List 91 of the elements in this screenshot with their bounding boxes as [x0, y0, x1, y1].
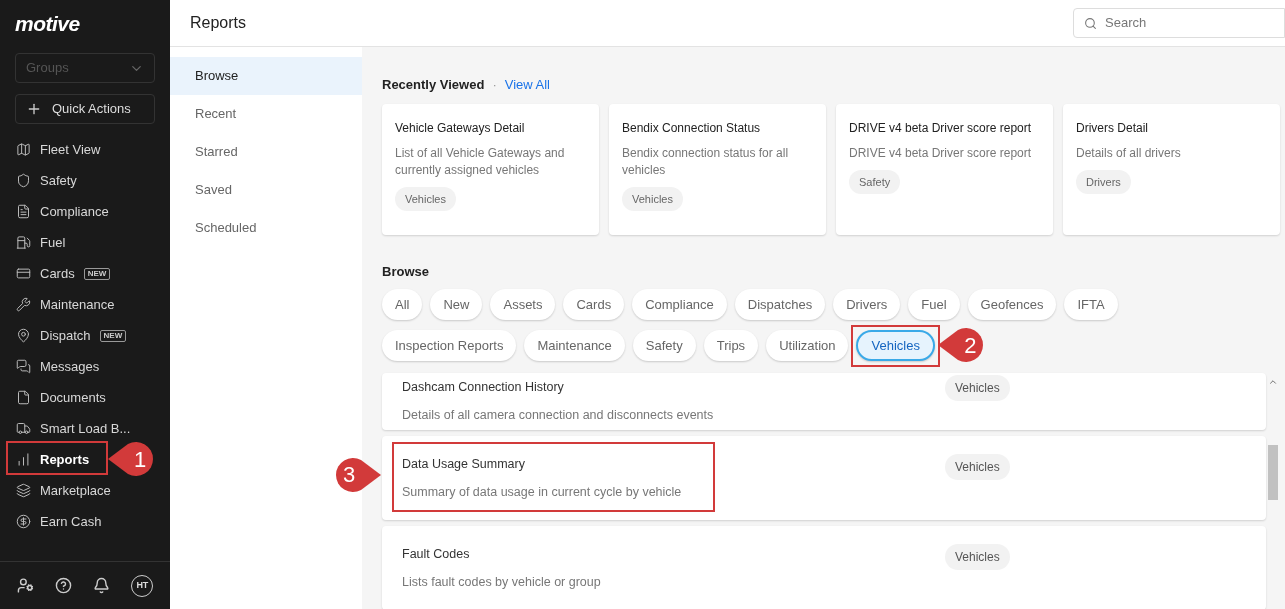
dollar-icon [16, 514, 31, 529]
sidebar-item[interactable]: Safety [0, 165, 93, 196]
user-settings-icon [16, 577, 34, 594]
sidebar-item[interactable]: Smart Load B... [0, 413, 147, 444]
report-description: Details of all camera connection and disconnects events [402, 407, 715, 424]
filter-chip[interactable]: Safety [632, 330, 696, 361]
new-badge: NEW [83, 267, 111, 280]
report-title: Dashcam Connection History [402, 379, 565, 397]
view-all-link[interactable]: View All [504, 75, 550, 95]
report-row[interactable]: Dashcam Connection History Details of all camera connection and disconnects events Vehicles [382, 373, 1266, 430]
filter-chip[interactable]: Compliance [632, 289, 727, 320]
layers-icon [16, 483, 31, 498]
quick-actions-button[interactable]: Quick Actions [15, 94, 155, 124]
card-title: Bendix Connection Status [622, 119, 762, 137]
truck-icon [16, 421, 31, 436]
sidebar-item[interactable]: Maintenance [0, 289, 131, 320]
category-tag: Vehicles [945, 454, 1010, 480]
nav-tab[interactable]: Recent [170, 95, 362, 133]
filter-chip[interactable]: Assets [490, 289, 556, 320]
card-icon [16, 266, 31, 281]
report-card[interactable]: Bendix Connection Status Bendix connection status for all vehicles Vehicles [609, 103, 826, 235]
nav-tab[interactable]: Saved [170, 171, 362, 209]
nav-tab[interactable]: Browse [170, 57, 362, 95]
filter-chip[interactable]: Dispatches [734, 289, 826, 320]
card-description: List of all Vehicle Gateways and currently assigned vehicles [395, 144, 566, 179]
logo[interactable]: motive [15, 8, 155, 36]
sidebar-item[interactable]: Documents [0, 382, 122, 413]
separator-dot: · [492, 76, 497, 94]
plus-icon [26, 101, 42, 117]
messages-icon [16, 359, 31, 374]
sidebar-item[interactable]: Marketplace [0, 475, 127, 506]
card-title: Vehicle Gateways Detail [395, 119, 526, 137]
category-tag: Vehicles [395, 186, 456, 211]
category-tag: Safety [849, 169, 901, 194]
sidebar-item[interactable]: Messages [0, 351, 116, 382]
card-title: Drivers Detail [1076, 119, 1149, 137]
sidebar-item[interactable]: Cards NEW [0, 258, 127, 289]
category-tag: Drivers [1076, 169, 1131, 194]
filter-chip[interactable]: All [382, 289, 423, 320]
filter-chip[interactable]: Inspection Reports [382, 330, 517, 361]
filter-chip[interactable]: Trips [703, 330, 759, 361]
report-card[interactable]: Drivers Detail Details of all drivers Drivers [1063, 103, 1280, 235]
filter-chip[interactable]: Maintenance [524, 330, 625, 361]
page-title: Reports [190, 13, 247, 33]
fuel-pump-icon [16, 235, 31, 250]
report-description: Lists fault codes by vehicle or group [402, 573, 602, 591]
help-icon [54, 577, 72, 594]
notification-bell-icon [93, 577, 111, 594]
report-card[interactable]: Vehicle Gateways Detail List of all Vehicle Gateways and currently assigned vehicles Vehicles [382, 103, 599, 235]
sidebar-item[interactable]: Fleet View [0, 134, 117, 165]
nav-tab[interactable]: Scheduled [170, 209, 362, 247]
report-title: Fault Codes [402, 545, 471, 563]
sidebar-item[interactable]: Dispatch NEW [0, 320, 143, 351]
filter-chip[interactable]: Fuel [908, 289, 960, 320]
report-card[interactable]: DRIVE v4 beta Driver score report DRIVE v4 beta Driver score report Safety [836, 103, 1053, 235]
sidebar-item[interactable]: Compliance [0, 196, 125, 227]
scroll-up-icon [1268, 377, 1278, 387]
scrollbar-thumb[interactable] [1268, 445, 1278, 500]
wrench-icon [16, 297, 31, 312]
document-icon [16, 204, 31, 219]
search-field[interactable]: Search [1073, 8, 1285, 38]
filter-chip[interactable]: New [430, 289, 483, 320]
report-row[interactable]: Fault Codes Lists fault codes by vehicle or group Vehicles [382, 526, 1266, 609]
filter-chip[interactable]: Utilization [766, 330, 849, 361]
file-icon [16, 390, 31, 405]
card-description: Bendix connection status for all vehicles [622, 144, 790, 179]
category-tag: Vehicles [945, 544, 1010, 570]
filter-chip[interactable]: IFTA [1064, 289, 1118, 320]
filter-chip[interactable]: Cards [563, 289, 625, 320]
category-tag: Vehicles [945, 375, 1010, 401]
filter-chip[interactable]: Geofences [967, 289, 1057, 320]
section-title: Recently Viewed [382, 76, 485, 94]
search-icon [1084, 16, 1097, 30]
sidebar-item[interactable]: Earn Cash [0, 506, 118, 537]
category-tag: Vehicles [622, 186, 683, 211]
sidebar-item[interactable]: Reports [0, 444, 106, 475]
card-description: Details of all drivers [1076, 144, 1182, 162]
nav-tab[interactable]: Starred [170, 133, 362, 171]
shield-icon [16, 173, 31, 188]
new-badge: NEW [99, 329, 127, 342]
filter-chip[interactable]: Drivers [833, 289, 901, 320]
card-title: DRIVE v4 beta Driver score report [849, 119, 1033, 137]
report-description: Summary of data usage in current cycle by vehicle [402, 483, 683, 501]
filter-chip[interactable]: Vehicles [856, 330, 935, 361]
section-title: Browse [382, 262, 430, 281]
card-description: DRIVE v4 beta Driver score report [849, 144, 1033, 162]
map-pin-icon [16, 328, 31, 343]
sidebar-item[interactable]: Fuel [0, 227, 82, 258]
report-title: Data Usage Summary [402, 455, 526, 473]
map-icon [16, 142, 31, 157]
bar-chart-icon [16, 452, 31, 467]
